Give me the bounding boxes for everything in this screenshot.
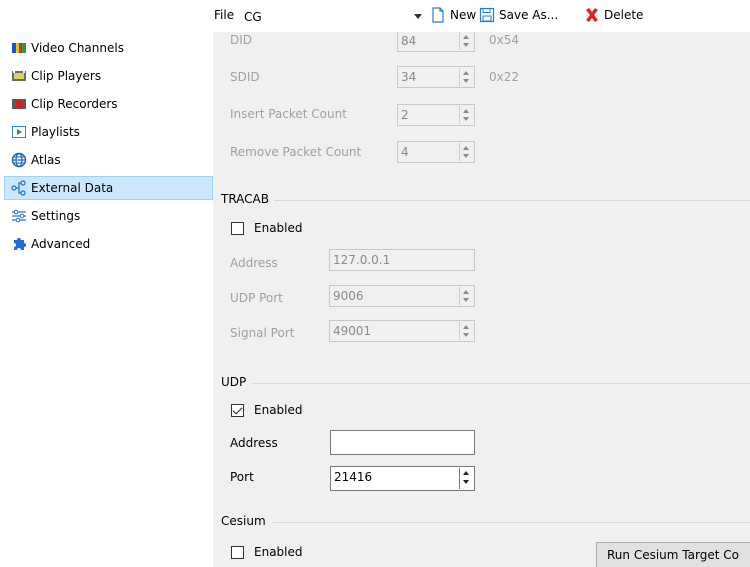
- new-label: New: [450, 8, 477, 22]
- sdid-spinner[interactable]: [459, 68, 473, 86]
- udp-port-value: 21416: [334, 470, 373, 484]
- sidebar-item-label: Atlas: [31, 153, 61, 167]
- tracab-address-value: 127.0.0.1: [333, 253, 391, 267]
- tracab-udp-port-spinner[interactable]: [459, 287, 473, 305]
- clip-players-icon: [12, 71, 26, 81]
- insert-packet-count-spinner[interactable]: [459, 106, 473, 124]
- sidebar-item-label: External Data: [31, 181, 114, 195]
- udp-section-title: UDP: [221, 375, 247, 389]
- sidebar-item-clip-recorders[interactable]: Clip Recorders: [4, 92, 213, 116]
- delete-label: Delete: [604, 8, 644, 22]
- sidebar: Video Channels Clip Players Clip Recorde…: [0, 0, 213, 567]
- insert-packet-count-spinbox[interactable]: 2: [397, 104, 475, 126]
- did-label: DID: [230, 33, 253, 47]
- tracab-enabled-label: Enabled: [254, 221, 303, 235]
- sidebar-item-label: Advanced: [31, 237, 91, 251]
- sidebar-item-label: Playlists: [31, 125, 80, 139]
- cesium-divider: [273, 522, 750, 523]
- cesium-section-title: Cesium: [221, 514, 266, 528]
- tracab-section-title: TRACAB: [221, 192, 269, 206]
- globe-icon: [11, 152, 27, 168]
- sdid-label: SDID: [230, 70, 260, 84]
- sliders-icon: [12, 209, 26, 223]
- cesium-enabled-checkbox[interactable]: [231, 546, 244, 559]
- sidebar-item-label: Video Channels: [31, 41, 124, 55]
- run-cesium-target-button[interactable]: Run Cesium Target Co: [596, 542, 750, 567]
- new-file-icon: [432, 7, 444, 23]
- sidebar-item-atlas[interactable]: Atlas: [4, 148, 213, 172]
- udp-port-label: Port: [230, 470, 254, 484]
- video-channels-icon: [12, 43, 26, 53]
- remove-packet-count-spinbox[interactable]: 4: [397, 141, 475, 163]
- sidebar-item-playlists[interactable]: Playlists: [4, 120, 213, 144]
- main-panel: DID 84 0x54 SDID 34 0x22 Insert Packet C…: [213, 0, 750, 567]
- sidebar-item-label: Clip Recorders: [31, 97, 118, 111]
- run-cesium-target-label: Run Cesium Target Co: [607, 548, 739, 562]
- sdid-hex: 0x22: [489, 70, 520, 84]
- udp-divider: [253, 383, 750, 384]
- remove-packet-count-label: Remove Packet Count: [230, 145, 362, 159]
- did-value: 84: [401, 34, 417, 48]
- sidebar-item-label: Settings: [31, 209, 81, 223]
- sidebar-item-advanced[interactable]: Advanced: [4, 232, 213, 256]
- insert-packet-count-value: 2: [401, 108, 409, 122]
- sidebar-item-label: Clip Players: [31, 69, 102, 83]
- did-hex: 0x54: [489, 33, 520, 47]
- save-disk-icon: [479, 7, 495, 23]
- udp-port-spinner[interactable]: [459, 468, 473, 489]
- file-label: File: [214, 8, 235, 22]
- remove-packet-count-spinner[interactable]: [459, 143, 473, 161]
- udp-enabled-label: Enabled: [254, 403, 303, 417]
- tracab-signal-port-spinbox[interactable]: 49001: [329, 320, 475, 342]
- playlists-icon: [12, 126, 26, 138]
- tracab-address-field[interactable]: 127.0.0.1: [329, 249, 475, 271]
- tracab-udp-port-value: 9006: [333, 289, 364, 303]
- udp-address-field[interactable]: [330, 430, 475, 455]
- did-spinner[interactable]: [459, 32, 473, 50]
- cesium-enabled-label: Enabled: [254, 545, 303, 559]
- sdid-spinbox[interactable]: 34: [397, 66, 475, 88]
- tracab-signal-port-value: 49001: [333, 324, 372, 338]
- sidebar-item-settings[interactable]: Settings: [4, 204, 213, 228]
- external-data-icon: [11, 180, 26, 196]
- delete-x-icon: [586, 8, 598, 22]
- did-spinbox[interactable]: 84: [397, 30, 475, 52]
- tracab-signal-port-spinner[interactable]: [459, 322, 473, 340]
- tracab-enabled-checkbox[interactable]: [231, 222, 244, 235]
- clip-recorders-icon: [12, 99, 26, 109]
- tracab-udp-port-spinbox[interactable]: 9006: [329, 285, 475, 307]
- tracab-address-label: Address: [230, 256, 278, 270]
- chevron-down-icon: [414, 14, 422, 19]
- tracab-udp-port-label: UDP Port: [230, 291, 283, 305]
- sdid-value: 34: [401, 70, 417, 84]
- tracab-divider: [274, 200, 750, 201]
- sidebar-item-video-channels[interactable]: Video Channels: [4, 36, 213, 60]
- delete-button[interactable]: Delete: [584, 6, 654, 26]
- save-as-label: Save As...: [499, 8, 559, 22]
- puzzle-icon: [14, 238, 26, 250]
- remove-packet-count-value: 4: [401, 145, 409, 159]
- file-combobox-value: CG: [244, 10, 262, 24]
- file-combobox[interactable]: CG: [240, 7, 425, 29]
- sidebar-item-clip-players[interactable]: Clip Players: [4, 64, 213, 88]
- save-as-button[interactable]: Save As...: [479, 6, 565, 26]
- tracab-signal-port-label: Signal Port: [230, 326, 295, 340]
- udp-enabled-checkbox[interactable]: [231, 404, 244, 417]
- udp-address-label: Address: [230, 436, 278, 450]
- toolbar: File CG New Save As... Delete: [213, 0, 750, 32]
- udp-port-spinbox[interactable]: 21416: [330, 466, 475, 491]
- sidebar-item-external-data[interactable]: External Data: [4, 176, 213, 200]
- insert-packet-count-label: Insert Packet Count: [230, 107, 347, 121]
